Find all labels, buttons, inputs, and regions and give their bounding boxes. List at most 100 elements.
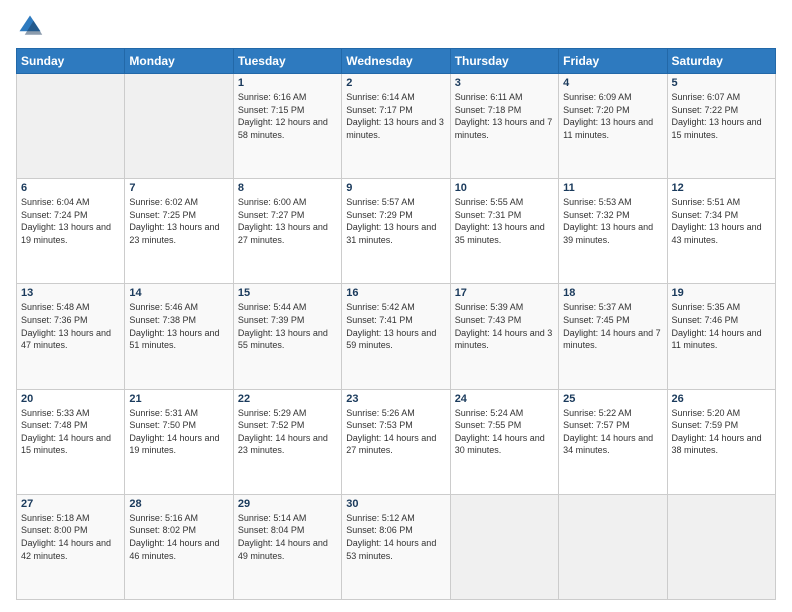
day-detail: Sunrise: 5:53 AMSunset: 7:32 PMDaylight:… — [563, 196, 662, 246]
day-detail: Sunrise: 5:12 AMSunset: 8:06 PMDaylight:… — [346, 512, 445, 562]
day-number: 29 — [238, 498, 337, 510]
day-number: 6 — [21, 182, 120, 194]
day-number: 5 — [672, 77, 771, 89]
calendar-cell: 24 Sunrise: 5:24 AMSunset: 7:55 PMDayligh… — [450, 389, 558, 494]
header — [16, 12, 776, 40]
calendar-cell — [17, 74, 125, 179]
weekday-row: SundayMondayTuesdayWednesdayThursdayFrid… — [17, 49, 776, 74]
day-detail: Sunrise: 5:39 AMSunset: 7:43 PMDaylight:… — [455, 301, 554, 351]
day-number: 19 — [672, 287, 771, 299]
day-detail: Sunrise: 5:29 AMSunset: 7:52 PMDaylight:… — [238, 407, 337, 457]
calendar-cell: 28 Sunrise: 5:16 AMSunset: 8:02 PMDayligh… — [125, 494, 233, 599]
calendar-cell: 25 Sunrise: 5:22 AMSunset: 7:57 PMDayligh… — [559, 389, 667, 494]
weekday-header-wednesday: Wednesday — [342, 49, 450, 74]
calendar-cell: 27 Sunrise: 5:18 AMSunset: 8:00 PMDayligh… — [17, 494, 125, 599]
day-number: 28 — [129, 498, 228, 510]
day-number: 23 — [346, 393, 445, 405]
calendar-table: SundayMondayTuesdayWednesdayThursdayFrid… — [16, 48, 776, 600]
calendar-cell — [450, 494, 558, 599]
day-number: 30 — [346, 498, 445, 510]
day-detail: Sunrise: 5:16 AMSunset: 8:02 PMDaylight:… — [129, 512, 228, 562]
calendar-cell — [667, 494, 775, 599]
calendar-cell: 23 Sunrise: 5:26 AMSunset: 7:53 PMDayligh… — [342, 389, 450, 494]
day-number: 12 — [672, 182, 771, 194]
calendar-cell: 15Sunrise: 5:44 AMSunset: 7:39 PMDayligh… — [233, 284, 341, 389]
calendar-cell: 3 Sunrise: 6:11 AMSunset: 7:18 PMDaylight… — [450, 74, 558, 179]
calendar-cell: 16Sunrise: 5:42 AMSunset: 7:41 PMDayligh… — [342, 284, 450, 389]
day-number: 24 — [455, 393, 554, 405]
logo — [16, 12, 48, 40]
day-detail: Sunrise: 6:02 AMSunset: 7:25 PMDaylight:… — [129, 196, 228, 246]
day-detail: Sunrise: 5:33 AMSunset: 7:48 PMDaylight:… — [21, 407, 120, 457]
day-number: 20 — [21, 393, 120, 405]
logo-icon — [16, 12, 44, 40]
calendar-cell: 5 Sunrise: 6:07 AMSunset: 7:22 PMDaylight… — [667, 74, 775, 179]
calendar-cell: 30 Sunrise: 5:12 AMSunset: 8:06 PMDayligh… — [342, 494, 450, 599]
day-detail: Sunrise: 5:14 AMSunset: 8:04 PMDaylight:… — [238, 512, 337, 562]
day-detail: Sunrise: 5:48 AMSunset: 7:36 PMDaylight:… — [21, 301, 120, 351]
day-detail: Sunrise: 6:16 AMSunset: 7:15 PMDaylight:… — [238, 91, 337, 141]
day-number: 3 — [455, 77, 554, 89]
calendar-week-4: 20 Sunrise: 5:33 AMSunset: 7:48 PMDayligh… — [17, 389, 776, 494]
calendar-cell: 1 Sunrise: 6:16 AMSunset: 7:15 PMDaylight… — [233, 74, 341, 179]
day-detail: Sunrise: 5:26 AMSunset: 7:53 PMDaylight:… — [346, 407, 445, 457]
calendar-cell: 10 Sunrise: 5:55 AMSunset: 7:31 PMDayligh… — [450, 179, 558, 284]
weekday-header-saturday: Saturday — [667, 49, 775, 74]
page: SundayMondayTuesdayWednesdayThursdayFrid… — [0, 0, 792, 612]
day-detail: Sunrise: 5:46 AMSunset: 7:38 PMDaylight:… — [129, 301, 228, 351]
day-detail: Sunrise: 6:04 AMSunset: 7:24 PMDaylight:… — [21, 196, 120, 246]
calendar-cell: 26 Sunrise: 5:20 AMSunset: 7:59 PMDayligh… — [667, 389, 775, 494]
calendar-week-3: 13 Sunrise: 5:48 AMSunset: 7:36 PMDayligh… — [17, 284, 776, 389]
day-detail: Sunrise: 5:51 AMSunset: 7:34 PMDaylight:… — [672, 196, 771, 246]
day-detail: Sunrise: 5:18 AMSunset: 8:00 PMDaylight:… — [21, 512, 120, 562]
calendar-body: 1 Sunrise: 6:16 AMSunset: 7:15 PMDaylight… — [17, 74, 776, 600]
day-detail: Sunrise: 6:11 AMSunset: 7:18 PMDaylight:… — [455, 91, 554, 141]
calendar-cell: 22 Sunrise: 5:29 AMSunset: 7:52 PMDayligh… — [233, 389, 341, 494]
day-detail: Sunrise: 5:24 AMSunset: 7:55 PMDaylight:… — [455, 407, 554, 457]
weekday-header-sunday: Sunday — [17, 49, 125, 74]
weekday-header-tuesday: Tuesday — [233, 49, 341, 74]
day-detail: Sunrise: 5:22 AMSunset: 7:57 PMDaylight:… — [563, 407, 662, 457]
calendar-cell: 7Sunrise: 6:02 AMSunset: 7:25 PMDaylight… — [125, 179, 233, 284]
calendar-cell: 2Sunrise: 6:14 AMSunset: 7:17 PMDaylight… — [342, 74, 450, 179]
calendar-cell: 17Sunrise: 5:39 AMSunset: 7:43 PMDayligh… — [450, 284, 558, 389]
calendar-cell: 11Sunrise: 5:53 AMSunset: 7:32 PMDayligh… — [559, 179, 667, 284]
day-detail: Sunrise: 5:31 AMSunset: 7:50 PMDaylight:… — [129, 407, 228, 457]
day-number: 10 — [455, 182, 554, 194]
day-number: 1 — [238, 77, 337, 89]
calendar-cell: 6 Sunrise: 6:04 AMSunset: 7:24 PMDaylight… — [17, 179, 125, 284]
day-number: 9 — [346, 182, 445, 194]
weekday-header-friday: Friday — [559, 49, 667, 74]
day-detail: Sunrise: 5:42 AMSunset: 7:41 PMDaylight:… — [346, 301, 445, 351]
day-number: 4 — [563, 77, 662, 89]
day-number: 27 — [21, 498, 120, 510]
calendar-cell — [559, 494, 667, 599]
day-detail: Sunrise: 5:57 AMSunset: 7:29 PMDaylight:… — [346, 196, 445, 246]
calendar-week-5: 27 Sunrise: 5:18 AMSunset: 8:00 PMDayligh… — [17, 494, 776, 599]
day-detail: Sunrise: 5:35 AMSunset: 7:46 PMDaylight:… — [672, 301, 771, 351]
calendar-cell: 19 Sunrise: 5:35 AMSunset: 7:46 PMDayligh… — [667, 284, 775, 389]
day-number: 14 — [129, 287, 228, 299]
day-number: 13 — [21, 287, 120, 299]
calendar-cell: 12 Sunrise: 5:51 AMSunset: 7:34 PMDayligh… — [667, 179, 775, 284]
day-detail: Sunrise: 6:07 AMSunset: 7:22 PMDaylight:… — [672, 91, 771, 141]
calendar-week-1: 1 Sunrise: 6:16 AMSunset: 7:15 PMDaylight… — [17, 74, 776, 179]
calendar-cell: 20 Sunrise: 5:33 AMSunset: 7:48 PMDayligh… — [17, 389, 125, 494]
calendar-cell: 29 Sunrise: 5:14 AMSunset: 8:04 PMDayligh… — [233, 494, 341, 599]
day-number: 22 — [238, 393, 337, 405]
calendar-cell: 21Sunrise: 5:31 AMSunset: 7:50 PMDayligh… — [125, 389, 233, 494]
day-detail: Sunrise: 5:37 AMSunset: 7:45 PMDaylight:… — [563, 301, 662, 351]
day-detail: Sunrise: 5:44 AMSunset: 7:39 PMDaylight:… — [238, 301, 337, 351]
calendar-cell: 8Sunrise: 6:00 AMSunset: 7:27 PMDaylight… — [233, 179, 341, 284]
day-number: 26 — [672, 393, 771, 405]
day-detail: Sunrise: 6:09 AMSunset: 7:20 PMDaylight:… — [563, 91, 662, 141]
calendar-header: SundayMondayTuesdayWednesdayThursdayFrid… — [17, 49, 776, 74]
day-number: 25 — [563, 393, 662, 405]
calendar-cell: 18 Sunrise: 5:37 AMSunset: 7:45 PMDayligh… — [559, 284, 667, 389]
calendar-cell — [125, 74, 233, 179]
day-detail: Sunrise: 5:20 AMSunset: 7:59 PMDaylight:… — [672, 407, 771, 457]
day-detail: Sunrise: 5:55 AMSunset: 7:31 PMDaylight:… — [455, 196, 554, 246]
weekday-header-monday: Monday — [125, 49, 233, 74]
day-detail: Sunrise: 6:14 AMSunset: 7:17 PMDaylight:… — [346, 91, 445, 141]
day-number: 18 — [563, 287, 662, 299]
